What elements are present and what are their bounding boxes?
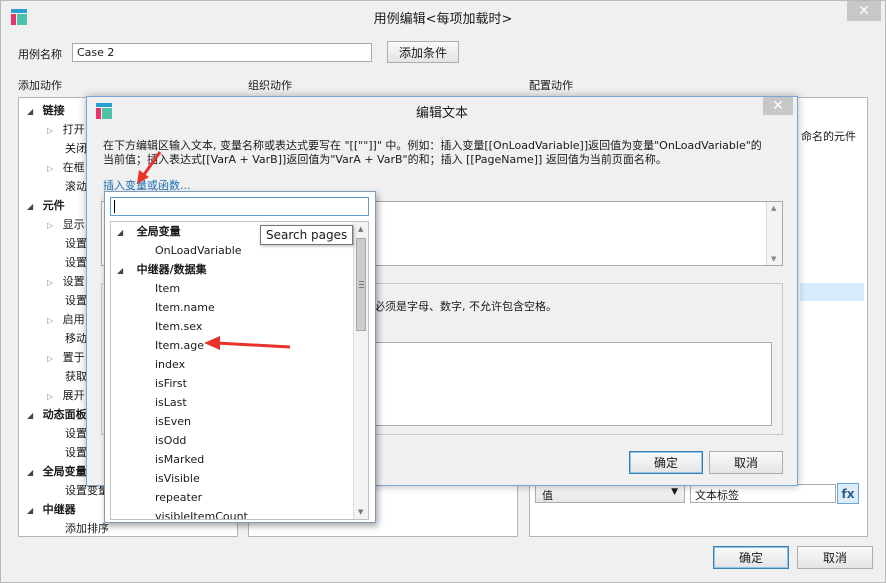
local-var-note: 必须是字母、数字, 不允许包含空格。 xyxy=(374,300,557,313)
expanded-arrow-icon[interactable]: ◢ xyxy=(27,411,33,420)
dialog-desc-line1: 在下方编辑区输入文本, 变量名称或表达式要写在 "[[""]]" 中。例如：插入… xyxy=(103,139,762,152)
collapsed-arrow-icon[interactable]: ▷ xyxy=(47,221,53,230)
item-is-first[interactable]: isFirst xyxy=(155,374,187,393)
fx-button[interactable]: fx xyxy=(837,483,859,504)
expanded-arrow-icon[interactable]: ◢ xyxy=(27,506,33,515)
tree-group-widgets[interactable]: 元件 xyxy=(43,199,65,212)
insert-variable-popup: ◢ 全局变量 OnLoadVariable ◢ 中继器/数据集 Item Ite… xyxy=(104,191,376,523)
item-is-odd[interactable]: isOdd xyxy=(155,431,186,450)
popup-search-input[interactable] xyxy=(110,197,369,216)
item-repeater[interactable]: repeater xyxy=(155,488,202,507)
tree-item-move[interactable]: 移动 xyxy=(65,329,87,348)
tree-item-expand[interactable]: 展开 xyxy=(63,389,85,402)
expanded-arrow-icon[interactable]: ◢ xyxy=(27,468,33,477)
tree-item-set1[interactable]: 设置 xyxy=(65,234,87,253)
dialog-description: 在下方编辑区输入文本, 变量名称或表达式要写在 "[[""]]" 中。例如：插入… xyxy=(103,139,793,167)
expanded-arrow-icon[interactable]: ◢ xyxy=(27,107,33,116)
dialog-logo-icon xyxy=(96,103,112,119)
collapsed-arrow-icon[interactable]: ▷ xyxy=(47,392,53,401)
config-action-header: 配置动作 xyxy=(529,79,573,92)
add-condition-button[interactable]: 添加条件 xyxy=(387,41,459,63)
group-repeater-dataset[interactable]: 中继器/数据集 xyxy=(137,263,207,276)
outer-ok-button[interactable]: 确定 xyxy=(713,546,789,569)
text-label-input[interactable]: 文本标签 xyxy=(690,484,836,503)
chevron-down-icon: ▼ xyxy=(671,487,678,497)
tree-item-scroll[interactable]: 滚动 xyxy=(65,177,87,196)
expanded-arrow-icon[interactable]: ◢ xyxy=(117,228,123,237)
dialog-titlebar: 编辑文本 ✕ xyxy=(87,97,797,125)
outer-titlebar: 用例编辑<每项加载时> ✕ xyxy=(1,1,885,33)
tree-group-global-var[interactable]: 全局变量 xyxy=(43,465,87,478)
tree-group-repeater[interactable]: 中继器 xyxy=(43,503,76,516)
named-widget-label: 命名的元件 xyxy=(801,130,856,143)
item-is-visible[interactable]: isVisible xyxy=(155,469,200,488)
tree-group-links[interactable]: 链接 xyxy=(43,104,65,117)
collapsed-arrow-icon[interactable]: ▷ xyxy=(47,126,53,135)
dialog-close-button[interactable]: ✕ xyxy=(763,97,793,115)
tree-item-close[interactable]: 关闭 xyxy=(65,139,87,158)
item-onload-variable[interactable]: OnLoadVariable xyxy=(155,241,242,260)
dialog-ok-button[interactable]: 确定 xyxy=(629,451,703,474)
add-action-header: 添加动作 xyxy=(18,79,62,92)
tree-item-set3[interactable]: 设置 xyxy=(63,275,85,288)
group-global-variables[interactable]: 全局变量 xyxy=(137,225,181,238)
tree-item-enable[interactable]: 启用 xyxy=(63,313,85,326)
collapsed-arrow-icon[interactable]: ▷ xyxy=(47,316,53,325)
tree-group-dynamic-panel[interactable]: 动态面板 xyxy=(43,408,87,421)
outer-title: 用例编辑<每项加载时> xyxy=(373,11,513,27)
text-cursor xyxy=(114,200,115,213)
tree-item-open[interactable]: 打开 xyxy=(63,123,85,136)
value-type-select[interactable]: 值 ▼ xyxy=(535,484,685,503)
scroll-up-icon[interactable]: ▲ xyxy=(771,204,776,212)
tree-item-bring[interactable]: 置于 xyxy=(63,351,85,364)
popup-list: ◢ 全局变量 OnLoadVariable ◢ 中继器/数据集 Item Ite… xyxy=(110,221,369,520)
tree-item-add-sort[interactable]: 添加排序 xyxy=(65,519,109,536)
scroll-down-icon[interactable]: ▼ xyxy=(771,255,776,263)
tree-item-show[interactable]: 显示 xyxy=(63,218,85,231)
value-type-selected: 值 xyxy=(542,489,553,502)
tree-item-set2[interactable]: 设置 xyxy=(65,253,87,272)
collapsed-arrow-icon[interactable]: ▷ xyxy=(47,164,53,173)
tree-item-get[interactable]: 获取 xyxy=(65,367,87,386)
collapsed-arrow-icon[interactable]: ▷ xyxy=(47,354,53,363)
item-is-marked[interactable]: isMarked xyxy=(155,450,204,469)
popup-scrollbar[interactable]: ▲ ▼ xyxy=(353,222,368,519)
tree-item-dp-set1[interactable]: 设置 xyxy=(65,424,87,443)
scroll-down-icon[interactable]: ▼ xyxy=(358,508,363,516)
scroll-up-icon[interactable]: ▲ xyxy=(358,225,363,233)
tree-item-in-frame[interactable]: 在框 xyxy=(63,161,85,174)
collapsed-arrow-icon[interactable]: ▷ xyxy=(47,278,53,287)
item-item-name[interactable]: Item.name xyxy=(155,298,215,317)
item-item[interactable]: Item xyxy=(155,279,180,298)
item-visible-item-count[interactable]: visibleItemCount xyxy=(155,507,248,519)
organize-action-header: 组织动作 xyxy=(248,79,292,92)
local-variable-list[interactable] xyxy=(374,342,772,426)
app-logo-icon xyxy=(11,9,27,25)
dialog-title: 编辑文本 xyxy=(415,105,468,121)
dialog-cancel-button[interactable]: 取消 xyxy=(709,451,783,474)
item-is-last[interactable]: isLast xyxy=(155,393,187,412)
editor-scrollbar[interactable]: ▲ ▼ xyxy=(766,202,782,265)
item-is-even[interactable]: isEven xyxy=(155,412,191,431)
expanded-arrow-icon[interactable]: ◢ xyxy=(27,202,33,211)
expanded-arrow-icon[interactable]: ◢ xyxy=(117,266,123,275)
outer-cancel-button[interactable]: 取消 xyxy=(797,546,873,569)
selected-widget-row[interactable] xyxy=(800,283,864,301)
case-name-label: 用例名称 xyxy=(18,48,62,61)
item-item-sex[interactable]: Item.sex xyxy=(155,317,202,336)
case-name-input[interactable]: Case 2 xyxy=(72,43,372,62)
tree-item-set4[interactable]: 设置 xyxy=(65,291,87,310)
tree-item-dp-set2[interactable]: 设置 xyxy=(65,443,87,462)
dialog-desc-line2: 当前值；插入表达式[[VarA + VarB]]返回值为"VarA + VarB… xyxy=(103,153,667,166)
item-index[interactable]: index xyxy=(155,355,185,374)
item-item-age[interactable]: Item.age xyxy=(155,336,204,355)
search-pages-tooltip: Search pages xyxy=(260,225,354,245)
scroll-thumb[interactable] xyxy=(356,238,366,331)
outer-close-button[interactable]: ✕ xyxy=(847,1,881,21)
